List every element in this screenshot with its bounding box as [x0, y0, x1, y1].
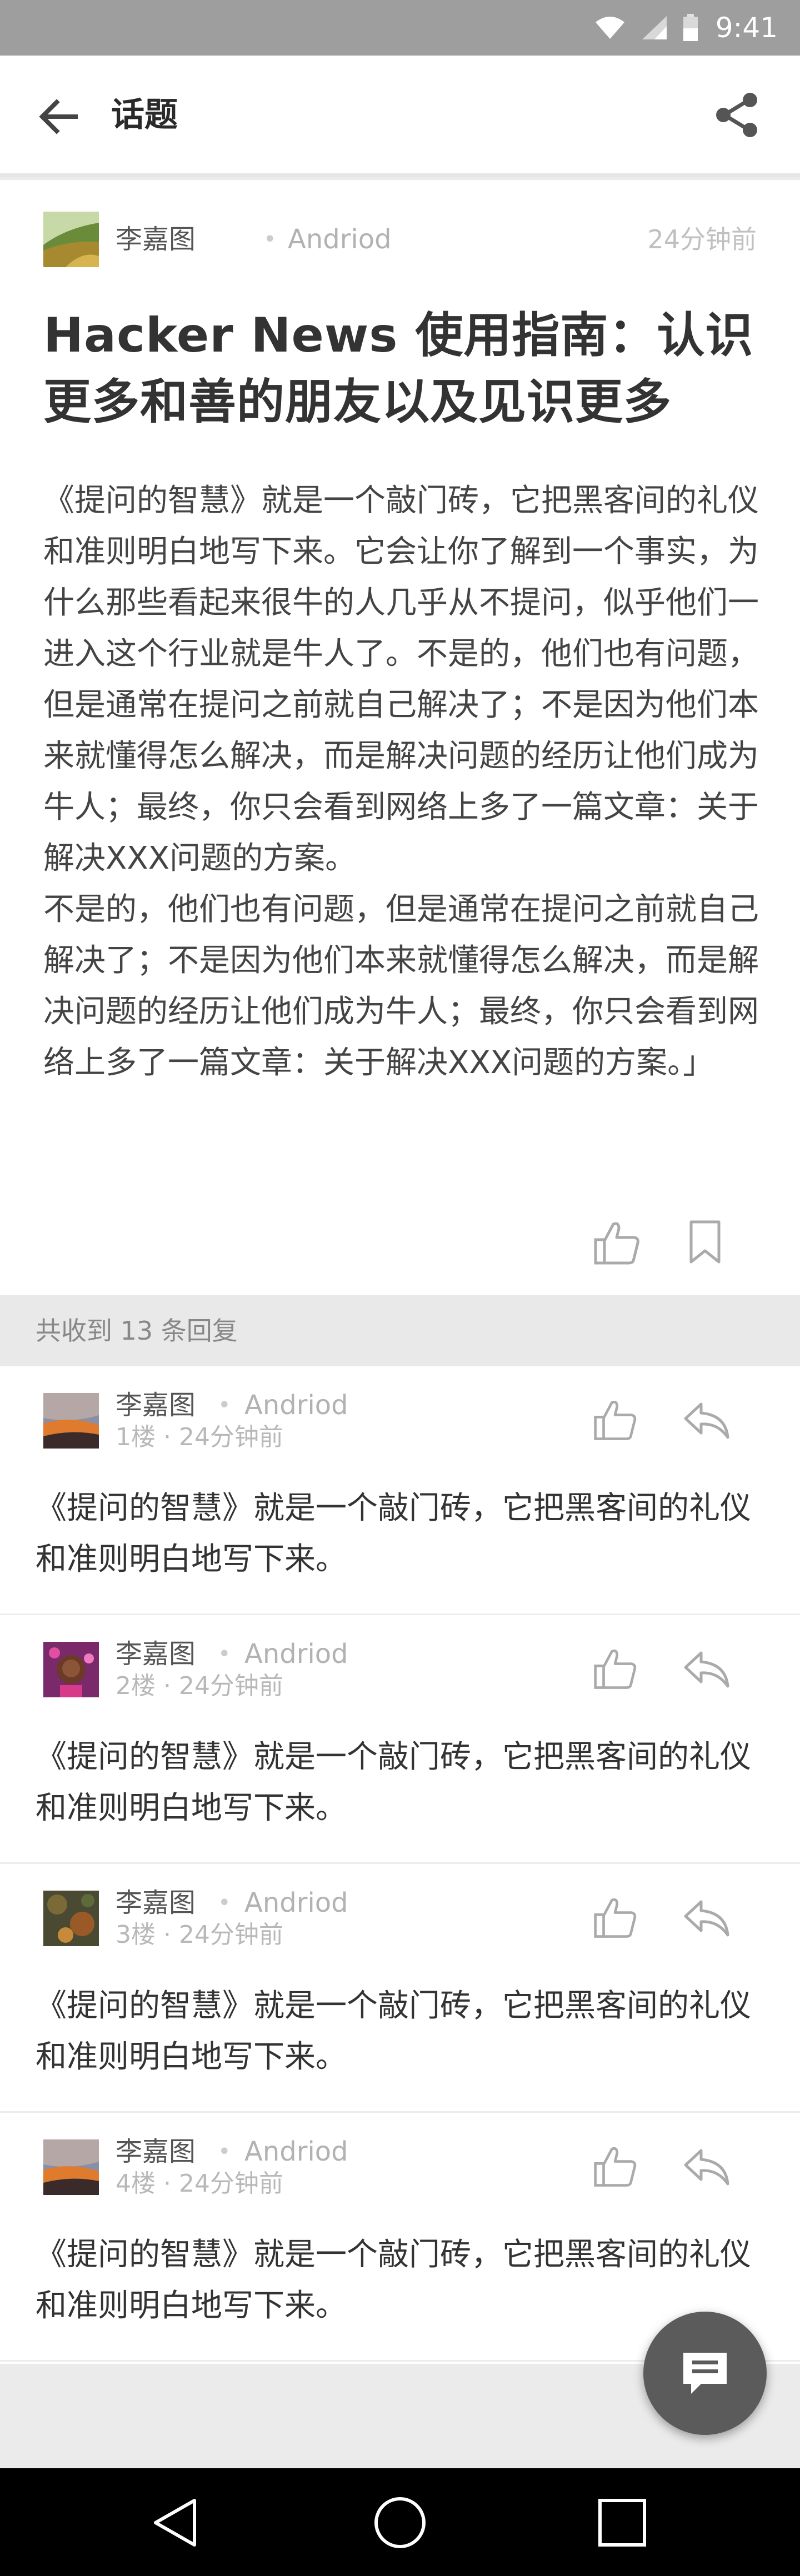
bookmark-button[interactable] — [686, 1217, 724, 1267]
thumbs-up-icon — [594, 1400, 637, 1440]
commenter-platform: Andriod — [244, 1390, 348, 1421]
article-card: 李嘉图 • Andriod 24分钟前 Hacker News 使用指南：认识更… — [0, 180, 800, 1295]
arrow-left-icon — [39, 99, 78, 134]
nav-back-icon — [154, 2499, 196, 2547]
nav-recents-icon — [598, 2499, 646, 2547]
signal-icon — [642, 16, 667, 39]
comment-text: 《提问的智慧》就是一个敲门砖，它把黑客间的礼仪和准则明白地写下来。 — [36, 2237, 751, 2324]
avatar-landscape-image — [43, 212, 99, 267]
author-avatar[interactable] — [43, 212, 99, 267]
comment-item: 李嘉图 • Andriod 3楼 · 24分钟前 《提问的智慧》就是一个敲门砖，… — [0, 1864, 800, 2113]
nav-back-button[interactable] — [149, 2495, 204, 2550]
status-bar: 9:41 — [0, 0, 800, 56]
wifi-icon — [595, 17, 624, 39]
author-row: 李嘉图 • Andriod 24分钟前 — [43, 212, 757, 267]
commenter-avatar[interactable] — [43, 1393, 99, 1449]
comment-floor-time: 2楼 · 24分钟前 — [116, 1672, 283, 1700]
page-title: 话题 — [111, 96, 178, 134]
commenter-platform: Andriod — [244, 1887, 348, 1918]
nav-home-icon — [374, 2497, 426, 2548]
avatar-sunset-image — [43, 1393, 99, 1449]
thumbs-up-icon — [594, 2147, 637, 2187]
separator-dot: • — [263, 227, 277, 252]
system-nav-bar — [0, 2468, 800, 2576]
share-icon — [716, 93, 757, 137]
commenter-avatar[interactable] — [43, 2139, 99, 2195]
separator-dot: • — [218, 1641, 231, 1667]
comment-reply-button[interactable] — [681, 1896, 731, 1941]
reply-icon — [684, 1402, 729, 1439]
commenter-name[interactable]: 李嘉图 — [116, 1638, 196, 1670]
write-comment-fab[interactable] — [643, 2312, 767, 2435]
status-icons — [594, 14, 699, 42]
author-platform: Andriod — [288, 224, 392, 255]
back-button[interactable] — [36, 94, 80, 139]
reply-icon — [684, 1900, 729, 1937]
comment-reply-button[interactable] — [681, 1399, 731, 1443]
commenter-avatar[interactable] — [43, 1642, 99, 1697]
share-button[interactable] — [712, 90, 762, 140]
commenter-platform: Andriod — [244, 2136, 348, 2167]
comment-floor-time: 3楼 · 24分钟前 — [116, 1921, 283, 1949]
comment-item: 李嘉图 • Andriod 2楼 · 24分钟前 《提问的智慧》就是一个敲门砖，… — [0, 1615, 800, 1864]
comment-text: 《提问的智慧》就是一个敲门砖，它把黑客间的礼仪和准则明白地写下来。 — [36, 1988, 751, 2075]
comment-text: 《提问的智慧》就是一个敲门砖，它把黑客间的礼仪和准则明白地写下来。 — [36, 1739, 751, 1826]
nav-home-button[interactable] — [372, 2495, 428, 2550]
comment-floor-time: 1楼 · 24分钟前 — [116, 1423, 283, 1451]
app-bar: 话题 — [0, 56, 800, 177]
commenter-name[interactable]: 李嘉图 — [116, 1887, 196, 1918]
author-name[interactable]: 李嘉图 — [116, 223, 196, 256]
thumbs-up-icon — [594, 1649, 637, 1689]
comment-floor-time: 4楼 · 24分钟前 — [116, 2169, 283, 2198]
separator-dot: • — [218, 1890, 231, 1916]
comment-like-button[interactable] — [592, 1894, 639, 1941]
comment-reply-button[interactable] — [681, 2145, 731, 2189]
avatar-sunset-image — [43, 2139, 99, 2195]
like-button[interactable] — [592, 1217, 642, 1267]
commenter-name[interactable]: 李嘉图 — [116, 1390, 196, 1421]
commenter-avatar[interactable] — [43, 1891, 99, 1946]
battery-icon — [683, 14, 698, 41]
comment-item: 李嘉图 • Andriod 1楼 · 24分钟前 《提问的智慧》就是一个敲门砖，… — [0, 1366, 800, 1615]
comment-like-button[interactable] — [592, 1645, 639, 1692]
reply-count-text: 共收到 13 条回复 — [36, 1316, 238, 1346]
separator-dot: • — [218, 1392, 231, 1418]
comment-like-button[interactable] — [592, 2143, 639, 2189]
reply-icon — [684, 2149, 729, 2186]
article-body: 《提问的智慧》就是一个敲门砖，它把黑客间的礼仪和准则明白地写下来。它会让你了解到… — [43, 483, 759, 1081]
comment-reply-button[interactable] — [681, 1647, 731, 1692]
thumbs-up-icon — [594, 1222, 639, 1265]
article-title: Hacker News 使用指南：认识更多和善的朋友以及见识更多 — [43, 308, 754, 430]
thumbs-up-icon — [594, 1898, 637, 1938]
nav-recents-button[interactable] — [597, 2497, 648, 2548]
avatar-portrait-image — [43, 1642, 99, 1697]
comment-like-button[interactable] — [592, 1396, 639, 1443]
post-time: 24分钟前 — [647, 224, 757, 254]
bookmark-icon — [689, 1220, 721, 1264]
comment-icon — [683, 2353, 727, 2394]
avatar-autumn-image — [43, 1891, 99, 1946]
separator-dot: • — [218, 2139, 231, 2164]
comment-list: 李嘉图 • Andriod 1楼 · 24分钟前 《提问的智慧》就是一个敲门砖，… — [0, 1366, 800, 2364]
commenter-name[interactable]: 李嘉图 — [116, 2136, 196, 2167]
reply-icon — [684, 1651, 729, 1688]
commenter-platform: Andriod — [244, 1638, 348, 1670]
reply-count-bar: 共收到 13 条回复 — [0, 1295, 800, 1366]
comment-text: 《提问的智慧》就是一个敲门砖，它把黑客间的礼仪和准则明白地写下来。 — [36, 1490, 751, 1577]
status-time: 9:41 — [715, 12, 778, 44]
